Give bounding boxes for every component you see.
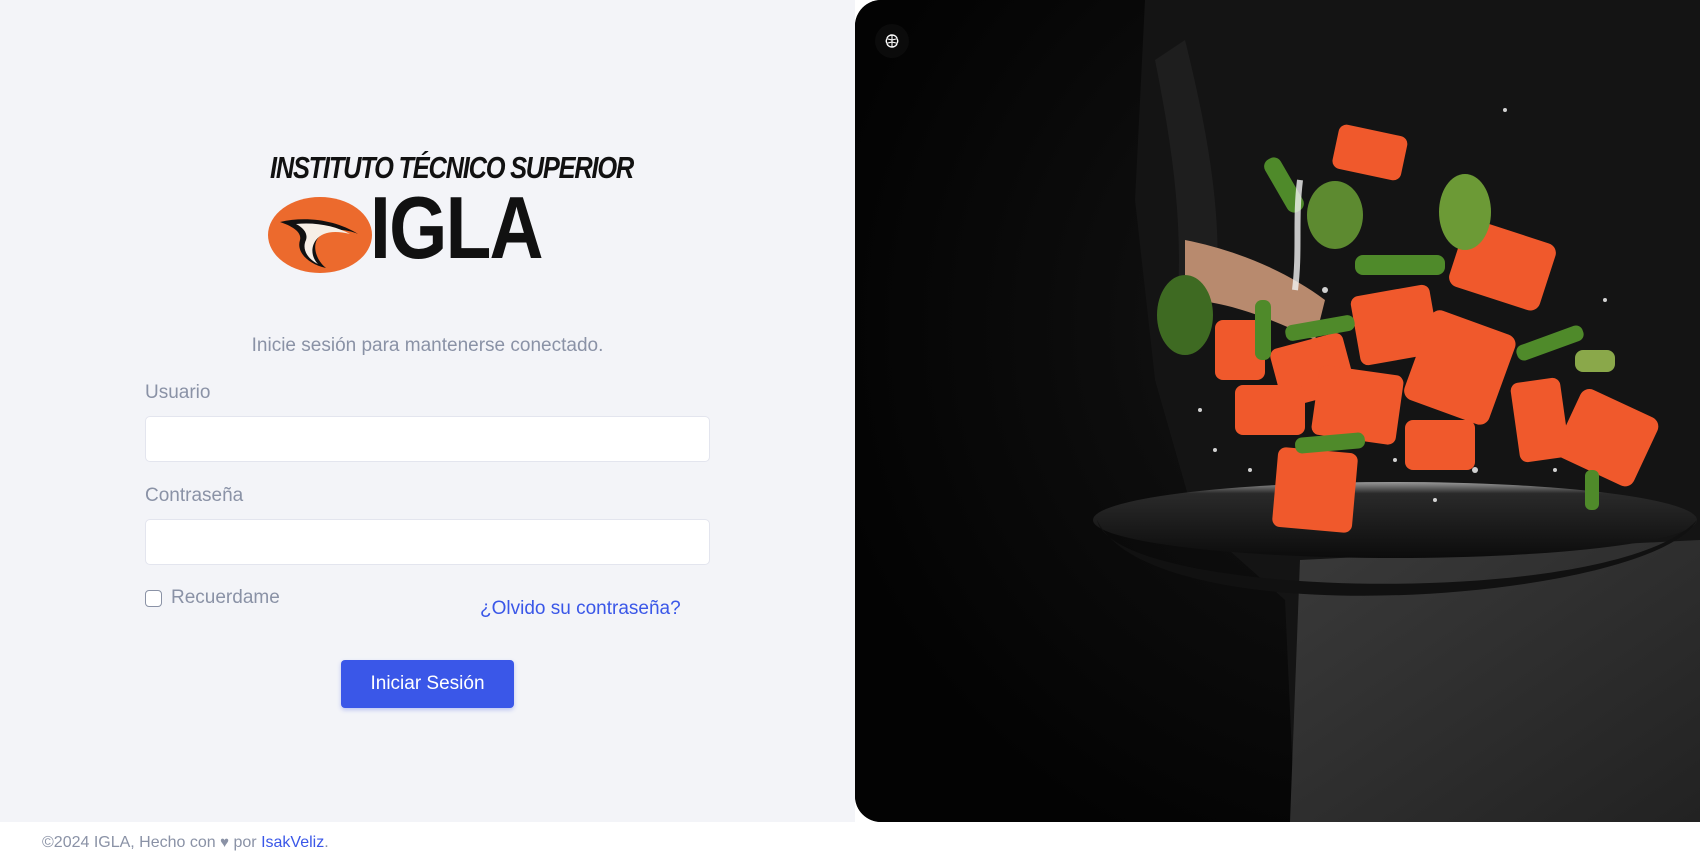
login-subtitle: Inicie sesión para mantenerse conectado. [251, 335, 604, 356]
by-text: por [233, 834, 257, 851]
author-link[interactable]: IsakVeliz [261, 834, 324, 851]
password-input[interactable] [145, 519, 710, 565]
footer-period: . [324, 834, 329, 851]
login-panel: INSTITUTO TÉCNICO SUPERIOR IGLA Inicie s… [0, 0, 855, 822]
username-label: Usuario [145, 382, 211, 403]
remember-checkbox[interactable] [145, 589, 162, 607]
institute-logo: INSTITUTO TÉCNICO SUPERIOR IGLA [266, 150, 634, 280]
remember-me[interactable]: Recuerdame [145, 587, 280, 609]
login-button[interactable]: Iniciar Sesión [341, 660, 514, 708]
hero-image-panel [855, 0, 1700, 822]
logo-wordmark: IGLA [370, 178, 544, 277]
forgot-password-link[interactable]: ¿Olvido su contraseña? [480, 598, 681, 620]
brain-icon[interactable] [875, 24, 909, 58]
password-label: Contraseña [145, 485, 244, 506]
copyright-text: ©2024 IGLA, Hecho con [42, 834, 216, 851]
heart-icon: ♥ [220, 834, 230, 851]
username-input[interactable] [145, 416, 710, 462]
logo-mark-icon [268, 197, 372, 273]
login-page: INSTITUTO TÉCNICO SUPERIOR IGLA Inicie s… [0, 0, 1700, 864]
footer-text: ©2024 IGLA, Hecho con ♥ por IsakVeliz. [42, 834, 329, 852]
remember-label: Recuerdame [171, 587, 280, 608]
footer: ©2024 IGLA, Hecho con ♥ por IsakVeliz. [0, 822, 1700, 864]
chef-photo [855, 0, 1700, 822]
